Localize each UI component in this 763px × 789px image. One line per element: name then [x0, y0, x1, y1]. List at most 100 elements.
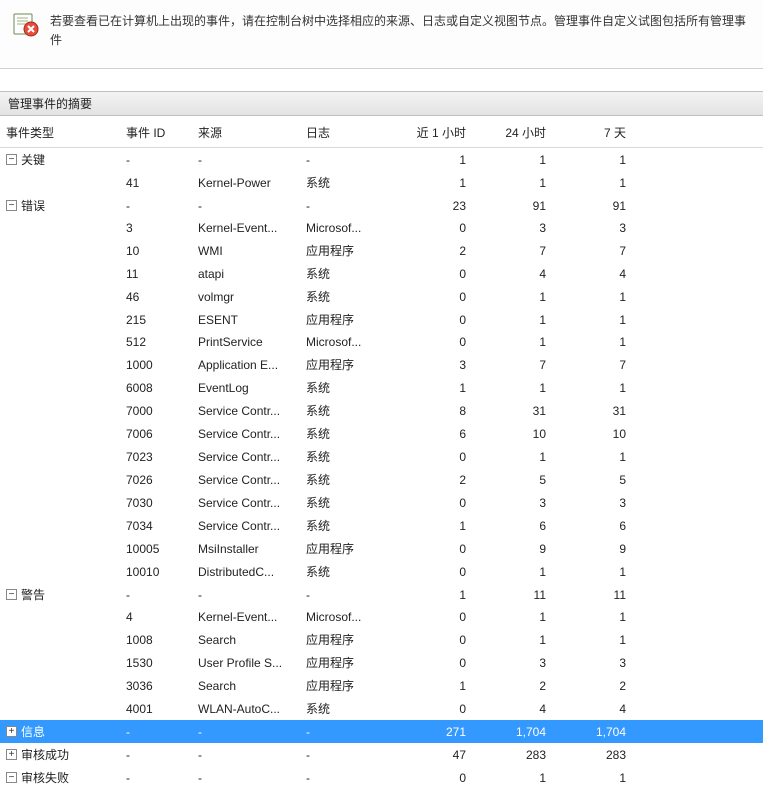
table-row[interactable]: 3Kernel-Event...Microsof...033 — [0, 217, 763, 239]
table-row[interactable]: 3036Search应用程序122 — [0, 674, 763, 697]
cell-id: 10010 — [120, 560, 192, 583]
col-type[interactable]: 事件类型 — [0, 116, 120, 148]
table-row[interactable]: 1530User Profile S...应用程序033 — [0, 651, 763, 674]
cell-h1: 0 — [390, 262, 482, 285]
table-row[interactable]: 46volmgr系统011 — [0, 285, 763, 308]
cell-h1: 0 — [390, 445, 482, 468]
table-row[interactable]: 1008Search应用程序011 — [0, 628, 763, 651]
cell-source: Service Contr... — [192, 422, 300, 445]
cell-source: Service Contr... — [192, 468, 300, 491]
table-row[interactable]: 7026Service Contr...系统255 — [0, 468, 763, 491]
cell-log: 应用程序 — [300, 651, 390, 674]
type-label: 审核成功 — [21, 746, 69, 763]
cell-d7: 9 — [562, 537, 642, 560]
type-label: 关键 — [21, 151, 45, 168]
table-row[interactable]: 215ESENT应用程序011 — [0, 308, 763, 331]
table-row[interactable]: 4001WLAN-AutoC...系统044 — [0, 697, 763, 720]
group-row[interactable]: −警告---11111 — [0, 583, 763, 606]
cell-d7: 1 — [562, 171, 642, 194]
table-row[interactable]: 41Kernel-Power系统111 — [0, 171, 763, 194]
spacer — [0, 69, 763, 91]
group-row[interactable]: −审核失败---011 — [0, 766, 763, 789]
cell-rest — [642, 445, 763, 468]
cell-log: 系统 — [300, 171, 390, 194]
summary-table: 事件类型 事件 ID 来源 日志 近 1 小时 24 小时 7 天 −关键---… — [0, 116, 763, 789]
table-row[interactable]: 6008EventLog系统111 — [0, 376, 763, 399]
col-h24[interactable]: 24 小时 — [482, 116, 562, 148]
cell-id: 7006 — [120, 422, 192, 445]
collapse-icon[interactable]: − — [6, 200, 17, 211]
cell-id: 41 — [120, 171, 192, 194]
cell-type — [0, 331, 120, 353]
col-h1[interactable]: 近 1 小时 — [390, 116, 482, 148]
group-row[interactable]: +信息---2711,7041,704 — [0, 720, 763, 743]
cell-h24: 3 — [482, 651, 562, 674]
cell-h24: 1,704 — [482, 720, 562, 743]
table-row[interactable]: 7000Service Contr...系统83131 — [0, 399, 763, 422]
cell-h1: 0 — [390, 491, 482, 514]
collapse-icon[interactable]: − — [6, 154, 17, 165]
cell-log: 系统 — [300, 491, 390, 514]
table-row[interactable]: 512PrintServiceMicrosof...011 — [0, 331, 763, 353]
col-d7[interactable]: 7 天 — [562, 116, 642, 148]
col-log[interactable]: 日志 — [300, 116, 390, 148]
cell-h1: 0 — [390, 697, 482, 720]
collapse-icon[interactable]: − — [6, 772, 17, 783]
cell-h24: 1 — [482, 628, 562, 651]
cell-rest — [642, 353, 763, 376]
cell-d7: 1 — [562, 445, 642, 468]
cell-rest — [642, 148, 763, 172]
cell-id: 7030 — [120, 491, 192, 514]
cell-type — [0, 628, 120, 651]
cell-h1: 1 — [390, 171, 482, 194]
table-header-row[interactable]: 事件类型 事件 ID 来源 日志 近 1 小时 24 小时 7 天 — [0, 116, 763, 148]
cell-log: Microsof... — [300, 606, 390, 628]
cell-h24: 3 — [482, 491, 562, 514]
cell-d7: 1 — [562, 376, 642, 399]
cell-h1: 1 — [390, 674, 482, 697]
cell-d7: 91 — [562, 194, 642, 217]
cell-h24: 1 — [482, 606, 562, 628]
cell-rest — [642, 766, 763, 789]
table-row[interactable]: 7023Service Contr...系统011 — [0, 445, 763, 468]
group-row[interactable]: −关键---111 — [0, 148, 763, 172]
cell-d7: 1 — [562, 628, 642, 651]
table-row[interactable]: 10010DistributedC...系统011 — [0, 560, 763, 583]
cell-id: 10005 — [120, 537, 192, 560]
table-row[interactable]: 10005MsiInstaller应用程序099 — [0, 537, 763, 560]
cell-log: 系统 — [300, 514, 390, 537]
cell-h24: 10 — [482, 422, 562, 445]
cell-type — [0, 445, 120, 468]
cell-id: 11 — [120, 262, 192, 285]
cell-source: Search — [192, 674, 300, 697]
table-row[interactable]: 7034Service Contr...系统166 — [0, 514, 763, 537]
cell-id: - — [120, 148, 192, 172]
col-source[interactable]: 来源 — [192, 116, 300, 148]
cell-log: 系统 — [300, 445, 390, 468]
cell-id: - — [120, 583, 192, 606]
table-row[interactable]: 10WMI应用程序277 — [0, 239, 763, 262]
cell-id: 10 — [120, 239, 192, 262]
cell-d7: 3 — [562, 217, 642, 239]
cell-d7: 4 — [562, 697, 642, 720]
cell-id: 215 — [120, 308, 192, 331]
table-row[interactable]: 1000Application E...应用程序377 — [0, 353, 763, 376]
collapse-icon[interactable]: − — [6, 589, 17, 600]
cell-source: Service Contr... — [192, 491, 300, 514]
cell-h1: 2 — [390, 239, 482, 262]
info-banner: 若要查看已在计算机上出现的事件，请在控制台树中选择相应的来源、日志或自定义视图节… — [0, 0, 763, 69]
table-row[interactable]: 4Kernel-Event...Microsof...011 — [0, 606, 763, 628]
type-label: 信息 — [21, 723, 45, 740]
summary-table-wrap: 事件类型 事件 ID 来源 日志 近 1 小时 24 小时 7 天 −关键---… — [0, 116, 763, 789]
table-row[interactable]: 7006Service Contr...系统61010 — [0, 422, 763, 445]
expand-icon[interactable]: + — [6, 749, 17, 760]
table-row[interactable]: 7030Service Contr...系统033 — [0, 491, 763, 514]
cell-log: Microsof... — [300, 331, 390, 353]
table-row[interactable]: 11atapi系统044 — [0, 262, 763, 285]
cell-h1: 0 — [390, 766, 482, 789]
cell-d7: 1,704 — [562, 720, 642, 743]
expand-icon[interactable]: + — [6, 726, 17, 737]
col-id[interactable]: 事件 ID — [120, 116, 192, 148]
group-row[interactable]: −错误---239191 — [0, 194, 763, 217]
cell-h1: 0 — [390, 308, 482, 331]
